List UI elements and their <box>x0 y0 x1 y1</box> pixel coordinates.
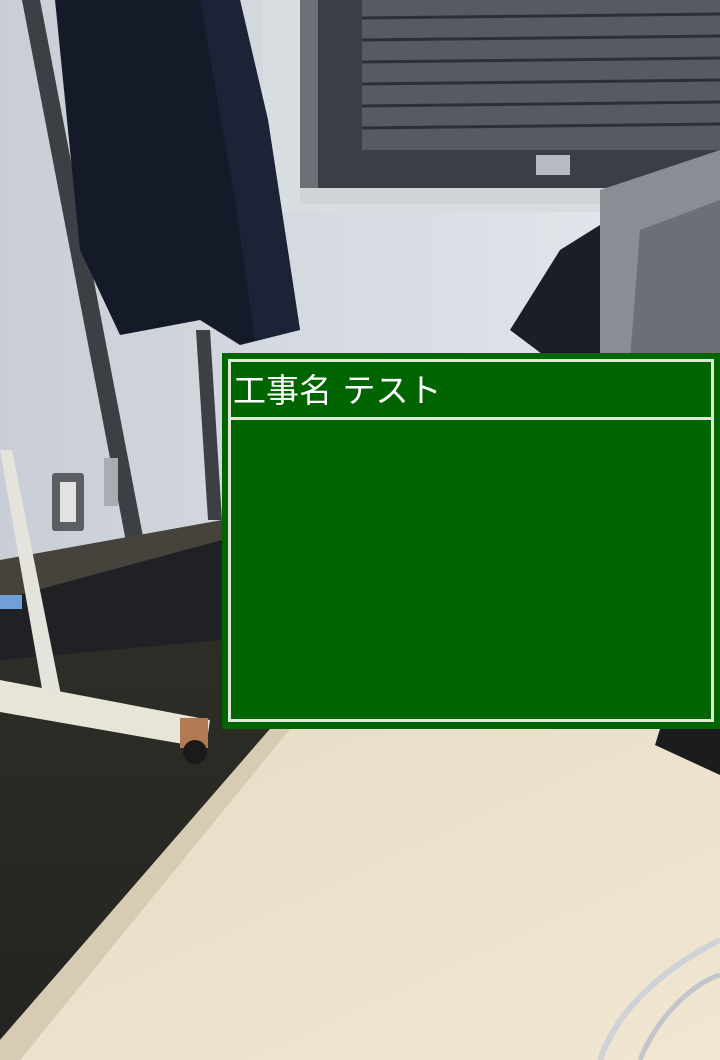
construction-blackboard[interactable]: 工事名 テスト <box>222 353 720 729</box>
construction-name-label: 工事名 <box>233 371 332 410</box>
construction-name-value: テスト <box>342 371 442 410</box>
construction-name-text: 工事名 テスト <box>233 371 442 411</box>
blackboard-title-row: 工事名 テスト <box>231 362 711 420</box>
blackboard-border: 工事名 テスト <box>228 359 714 722</box>
blackboard-body <box>231 420 711 719</box>
